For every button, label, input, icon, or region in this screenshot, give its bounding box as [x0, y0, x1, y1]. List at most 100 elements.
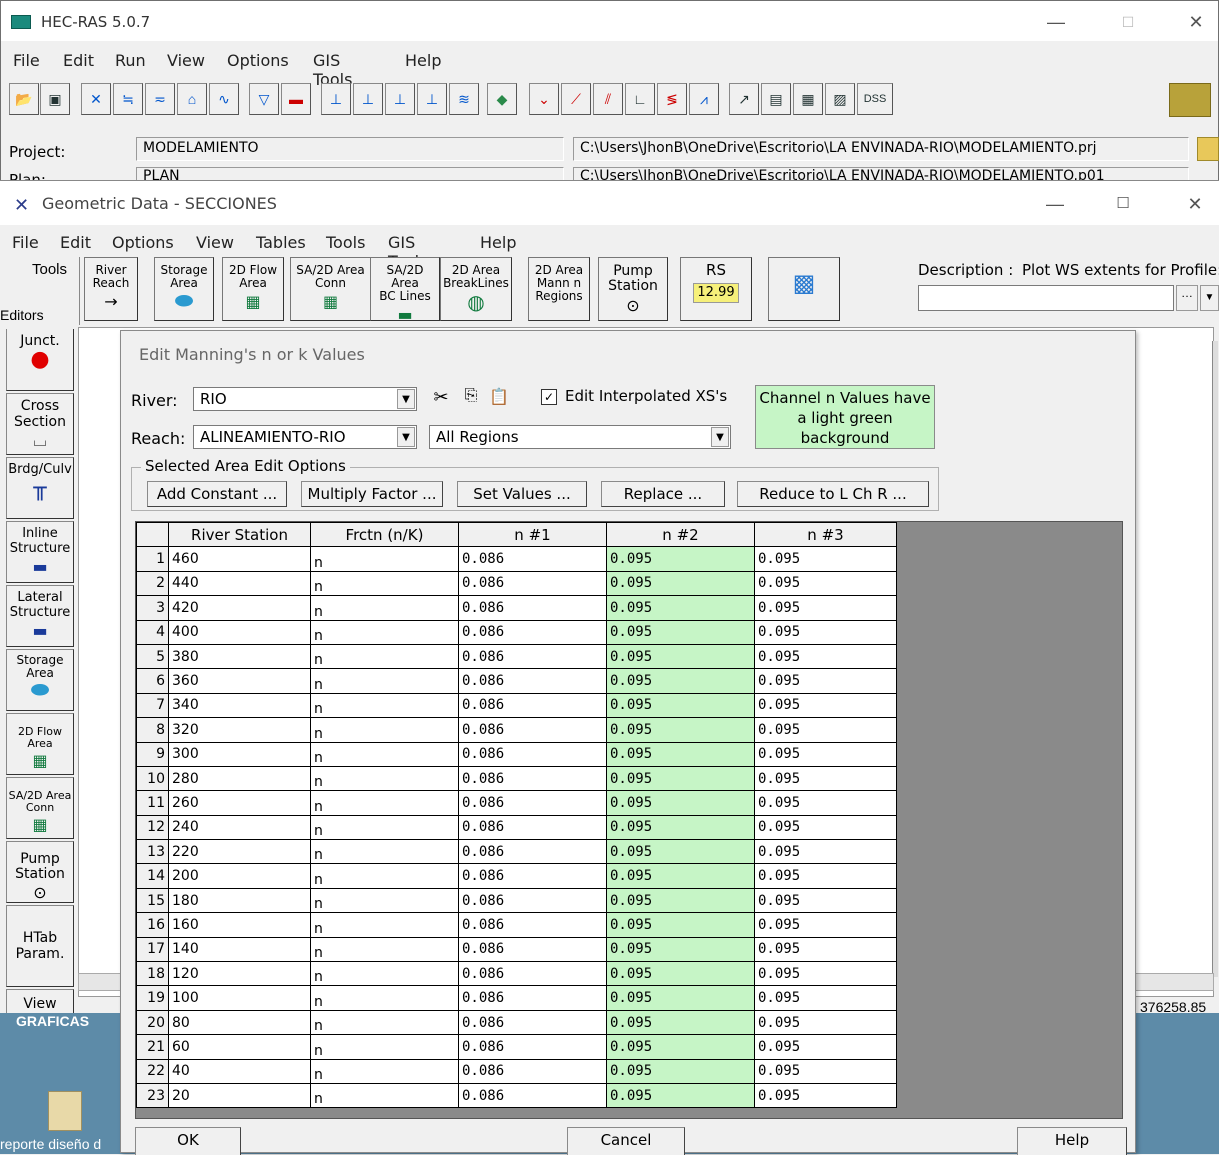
cancel-button[interactable]: Cancel — [567, 1127, 685, 1155]
copy-icon[interactable]: ⎘ — [459, 387, 483, 411]
profile-dropdown-icon[interactable]: ▼ — [1200, 285, 1219, 311]
n2-cell[interactable]: 0.095 — [606, 790, 755, 816]
river-station-cell[interactable]: 260 — [168, 790, 311, 816]
reach-select[interactable]: ALINEAMIENTO-RIO ▼ — [193, 425, 417, 449]
river-station-cell[interactable]: 200 — [168, 863, 311, 889]
river-station-cell[interactable]: 140 — [168, 936, 311, 963]
n2-cell[interactable]: 0.095 — [606, 863, 755, 889]
summary-errors-icon[interactable]: ▨ — [825, 83, 855, 115]
n1-cell[interactable]: 0.086 — [458, 985, 607, 1011]
column-header-frctn[interactable]: Frctn (n/K) — [310, 521, 459, 548]
frctn-cell[interactable]: n — [310, 790, 459, 816]
n1-cell[interactable]: 0.086 — [458, 1082, 607, 1109]
map-layers-tool[interactable]: ▩ — [768, 257, 840, 321]
n2-cell[interactable]: 0.095 — [606, 595, 755, 621]
river-reach-tool[interactable]: River Reach → — [84, 257, 138, 321]
geo-menu-file[interactable]: File — [12, 233, 39, 252]
n2-cell[interactable]: 0.095 — [606, 1082, 755, 1109]
n2-cell[interactable]: 0.095 — [606, 961, 755, 987]
close-icon[interactable]: ✕ — [1181, 9, 1211, 35]
menu-file[interactable]: File — [13, 51, 40, 70]
dss-viewer-button[interactable]: DSS — [857, 83, 893, 115]
cross-section-editor[interactable]: Cross Section ⌴ — [6, 393, 74, 455]
inline-structure-editor[interactable]: Inline Structure ▬ — [6, 521, 74, 583]
frctn-cell[interactable]: n — [310, 1058, 459, 1084]
paste-icon[interactable]: 📋 — [487, 387, 511, 411]
hydraulic-property-icon[interactable]: ↗ — [729, 83, 759, 115]
rs-tool[interactable]: RS 12.99 — [680, 257, 752, 321]
sediment-analysis-icon[interactable]: ⊥ — [385, 83, 415, 115]
n3-cell[interactable]: 0.095 — [754, 692, 897, 719]
n3-cell[interactable]: 0.095 — [754, 643, 897, 670]
n2-cell[interactable]: 0.095 — [606, 668, 755, 694]
river-station-cell[interactable]: 80 — [168, 1009, 311, 1036]
multiply-factor-button[interactable]: Multiply Factor ... — [301, 481, 443, 507]
n3-cell[interactable]: 0.095 — [754, 961, 897, 987]
edit-interpolated-checkbox[interactable]: ✓ — [541, 389, 557, 405]
n1-cell[interactable]: 0.086 — [458, 619, 607, 645]
frctn-cell[interactable]: n — [310, 961, 459, 987]
n2-cell[interactable]: 0.095 — [606, 1058, 755, 1084]
geo-menu-edit[interactable]: Edit — [60, 233, 91, 252]
n2-cell[interactable]: 0.095 — [606, 546, 755, 572]
n1-cell[interactable]: 0.086 — [458, 814, 607, 841]
n3-cell[interactable]: 0.095 — [754, 741, 897, 767]
hydraulic-design-icon[interactable]: ∿ — [209, 83, 239, 115]
pump-station-tool[interactable]: Pump Station ⊙ — [598, 257, 668, 321]
geo-close-icon[interactable]: ✕ — [1180, 191, 1210, 217]
view-cross-section-icon[interactable]: ⌄ — [529, 83, 559, 115]
n2-cell[interactable]: 0.095 — [606, 912, 755, 938]
save-icon[interactable]: ▣ — [40, 83, 70, 115]
river-station-cell[interactable]: 400 — [168, 619, 311, 645]
frctn-cell[interactable]: n — [310, 887, 459, 914]
river-station-cell[interactable]: 280 — [168, 765, 311, 792]
geo-menu-tools[interactable]: Tools — [326, 233, 365, 252]
frctn-cell[interactable]: n — [310, 668, 459, 694]
junction-editor[interactable]: Junct. ● — [6, 329, 74, 391]
desktop-folder-icon[interactable] — [48, 1091, 82, 1131]
river-station-cell[interactable]: 300 — [168, 741, 311, 767]
n1-cell[interactable]: 0.086 — [458, 1058, 607, 1084]
n1-cell[interactable]: 0.086 — [458, 1034, 607, 1060]
open-folder-icon[interactable]: 📂 — [9, 83, 39, 115]
2d-flow-area-editor[interactable]: 2D Flow Area ▦ — [6, 713, 74, 775]
region-select[interactable]: All Regions ▼ — [429, 425, 731, 449]
river-station-cell[interactable]: 60 — [168, 1034, 311, 1060]
river-station-cell[interactable]: 100 — [168, 985, 311, 1011]
n1-cell[interactable]: 0.086 — [458, 961, 607, 987]
frctn-cell[interactable]: n — [310, 1009, 459, 1036]
n3-cell[interactable]: 0.095 — [754, 546, 897, 572]
profile-summary-table-icon[interactable]: ▦ — [793, 83, 823, 115]
n1-cell[interactable]: 0.086 — [458, 546, 607, 572]
add-constant-button[interactable]: Add Constant ... — [147, 481, 287, 507]
frctn-cell[interactable]: n — [310, 765, 459, 792]
n2-cell[interactable]: 0.095 — [606, 741, 755, 767]
n1-cell[interactable]: 0.086 — [458, 595, 607, 621]
n2-cell[interactable]: 0.095 — [606, 692, 755, 719]
n2-cell[interactable]: 0.095 — [606, 814, 755, 841]
pump-station-editor[interactable]: Pump Station ⊙ — [6, 841, 74, 903]
n3-cell[interactable]: 0.095 — [754, 790, 897, 816]
n2-cell[interactable]: 0.095 — [606, 839, 755, 865]
n1-cell[interactable]: 0.086 — [458, 936, 607, 963]
frctn-cell[interactable]: n — [310, 692, 459, 719]
n1-cell[interactable]: 0.086 — [458, 741, 607, 767]
n3-cell[interactable]: 0.095 — [754, 985, 897, 1011]
n1-cell[interactable]: 0.086 — [458, 912, 607, 938]
unsteady-analysis-icon[interactable]: ⊥ — [353, 83, 383, 115]
frctn-cell[interactable]: n — [310, 936, 459, 963]
n1-cell[interactable]: 0.086 — [458, 668, 607, 694]
description-more-button[interactable]: … — [1176, 285, 1198, 311]
column-header-n3[interactable]: n #3 — [754, 521, 897, 548]
2d-area-breaklines-tool[interactable]: 2D Area BreakLines ◍ — [440, 257, 512, 321]
hydraulic-design-run-icon[interactable]: ≋ — [449, 83, 479, 115]
n2-cell[interactable]: 0.095 — [606, 936, 755, 963]
xyz-perspective-icon[interactable]: ≶ — [657, 83, 687, 115]
geo-minimize-icon[interactable]: — — [1040, 191, 1070, 217]
frctn-cell[interactable]: n — [310, 814, 459, 841]
geo-maximize-icon[interactable]: ☐ — [1108, 191, 1138, 217]
menu-help[interactable]: Help — [405, 51, 441, 70]
n1-cell[interactable]: 0.086 — [458, 570, 607, 597]
steady-analysis-icon[interactable]: ⊥ — [321, 83, 351, 115]
minimize-icon[interactable]: — — [1041, 9, 1071, 35]
